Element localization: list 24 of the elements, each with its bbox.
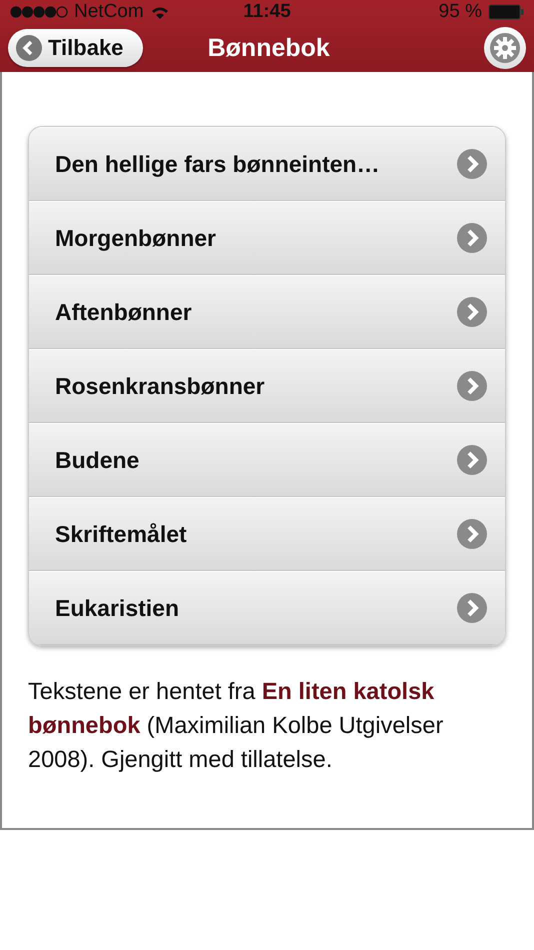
menu-item[interactable]: Eukaristien bbox=[29, 571, 505, 645]
menu-item[interactable]: Den hellige fars bønneinten… bbox=[29, 127, 505, 201]
menu-item[interactable]: Rosenkransbønner bbox=[29, 349, 505, 423]
screen-title: Bønnebok bbox=[206, 34, 331, 62]
chevron-icon bbox=[457, 371, 487, 401]
carrier-name: NetCom bbox=[74, 1, 144, 23]
source-note: Tekstene er hentet fra En liten katolsk bønnebok (Maximilian Kolbe Utgivelser 2008). Gjengitt med tillatelse. bbox=[28, 677, 444, 774]
chevron-icon bbox=[457, 445, 487, 475]
menu-item[interactable]: Aftenbønner bbox=[29, 275, 505, 349]
chevron-icon bbox=[457, 223, 487, 253]
battery-percent: 95 % bbox=[438, 1, 482, 23]
menu-item[interactable]: Budene bbox=[29, 423, 505, 497]
menu-item[interactable]: Skriftemålet bbox=[29, 497, 505, 571]
signal-icon bbox=[10, 6, 68, 18]
chevron-icon bbox=[457, 297, 487, 327]
settings-button[interactable] bbox=[484, 27, 526, 69]
chevron-icon bbox=[457, 519, 487, 549]
chevron-icon bbox=[457, 593, 487, 623]
back-button[interactable]: Tilbake bbox=[8, 29, 144, 67]
clock-time: 11:45 bbox=[242, 1, 292, 23]
chevron-icon bbox=[457, 149, 487, 179]
menu-item[interactable]: Morgenbønner bbox=[29, 201, 505, 275]
battery-icon bbox=[488, 4, 524, 20]
settings-icon bbox=[490, 33, 520, 63]
